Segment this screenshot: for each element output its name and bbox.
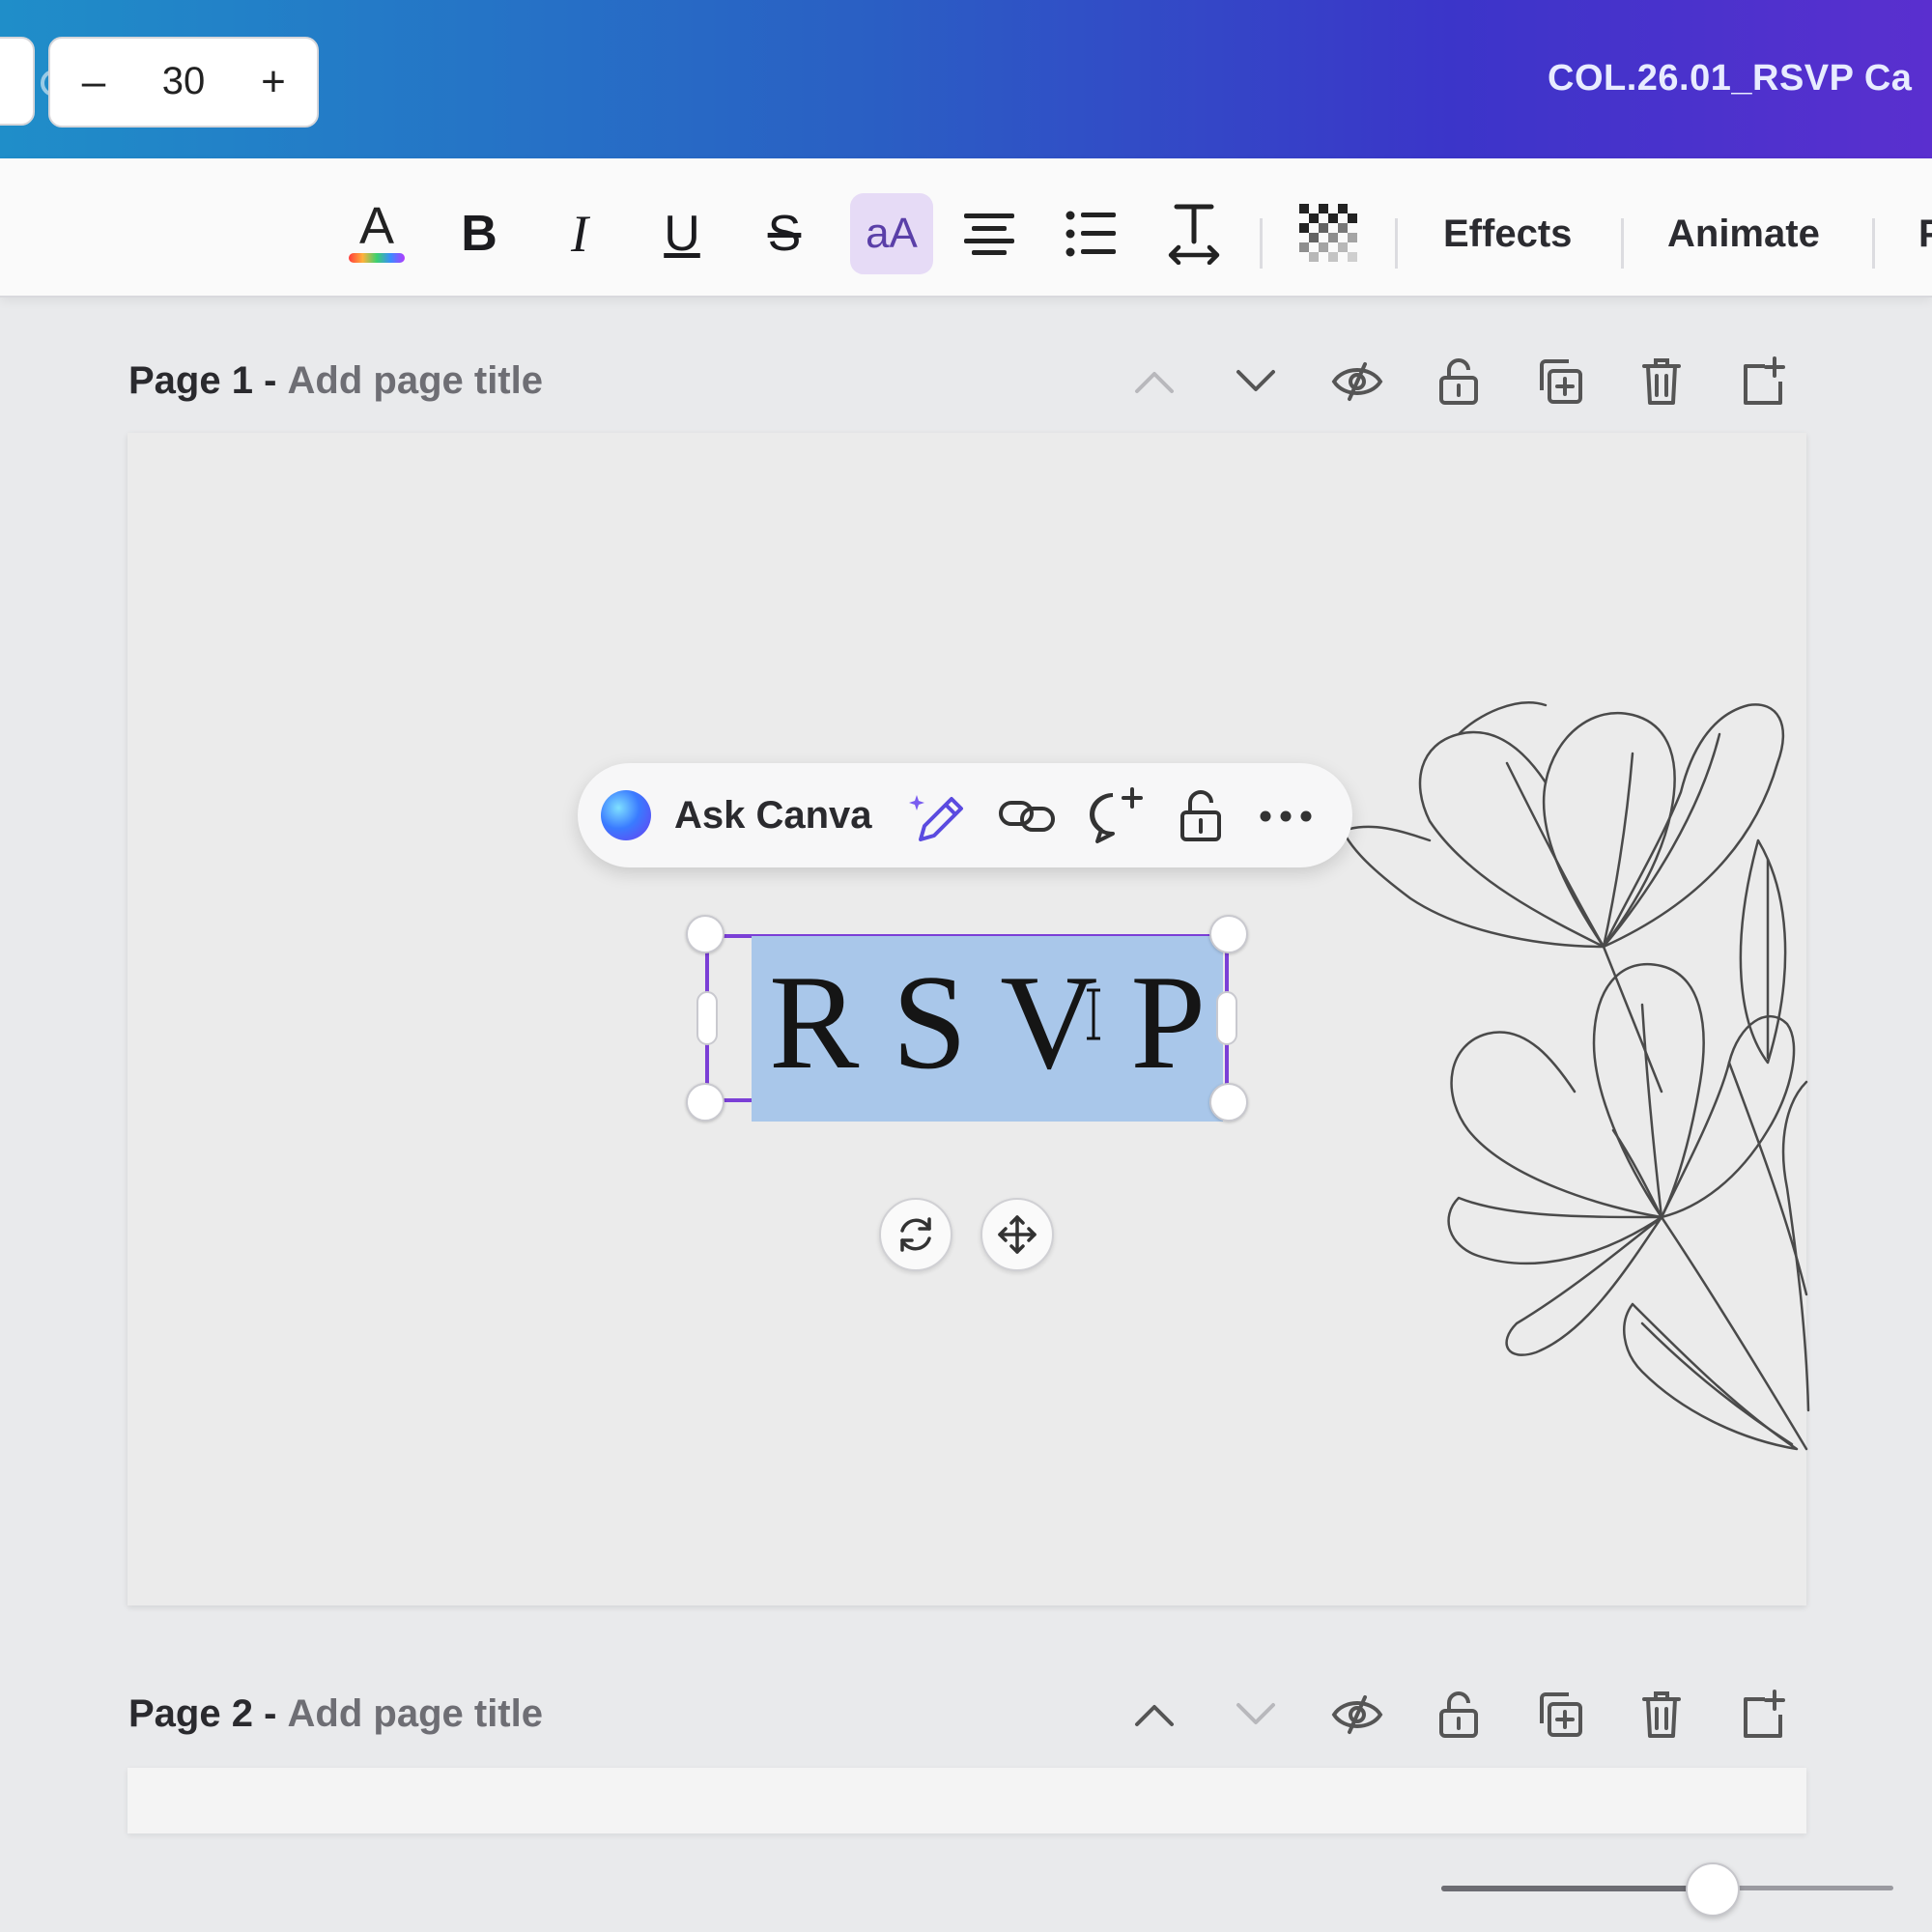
page-1-label: Page 1 - bbox=[128, 359, 277, 402]
position-button[interactable]: P bbox=[1918, 213, 1932, 256]
duplicate-icon bbox=[1540, 359, 1582, 404]
font-family-dropdown[interactable] bbox=[0, 37, 35, 126]
lock-icon bbox=[1180, 790, 1221, 841]
delete-page-button[interactable] bbox=[1628, 348, 1695, 415]
add-page-icon bbox=[1744, 1690, 1785, 1738]
document-title[interactable]: COL.26.01_RSVP Ca bbox=[1548, 58, 1912, 99]
trash-icon bbox=[1642, 358, 1681, 405]
effects-button[interactable]: Effects bbox=[1443, 213, 1572, 256]
delete-page-button[interactable] bbox=[1628, 1681, 1695, 1748]
chevron-up-icon bbox=[1135, 372, 1174, 393]
text-color-icon: A bbox=[349, 197, 405, 263]
lock-page-button[interactable] bbox=[1425, 348, 1492, 415]
rotate-button[interactable] bbox=[879, 1198, 952, 1271]
letter-spacing-icon bbox=[1168, 204, 1220, 265]
increase-font-size-button[interactable]: + bbox=[240, 50, 307, 116]
animate-button[interactable]: Animate bbox=[1667, 213, 1820, 256]
move-arrows-icon bbox=[998, 1215, 1037, 1254]
font-size-stepper: – 30 + bbox=[48, 37, 319, 128]
link-icon bbox=[999, 801, 1055, 832]
svg-text:A: A bbox=[359, 197, 394, 255]
more-options-button[interactable] bbox=[1254, 784, 1318, 848]
zoom-slider-thumb[interactable] bbox=[1685, 1862, 1740, 1917]
text-color-button[interactable]: A bbox=[340, 193, 413, 274]
page-2-title-input[interactable]: Add page title bbox=[288, 1692, 543, 1735]
element-context-bar: Ask Canva bbox=[578, 763, 1352, 867]
resize-handle-right[interactable] bbox=[1216, 991, 1237, 1045]
hide-page-button[interactable] bbox=[1323, 1681, 1391, 1748]
resize-handle-top-right[interactable] bbox=[1209, 915, 1248, 953]
bullet-list-button[interactable] bbox=[1055, 193, 1128, 274]
selected-text-box[interactable]: RSVP bbox=[686, 915, 1248, 1122]
lock-element-button[interactable] bbox=[1169, 784, 1233, 848]
toolbar-divider bbox=[1872, 218, 1875, 269]
toolbar-divider bbox=[1395, 218, 1398, 269]
font-size-input[interactable]: 30 bbox=[135, 60, 232, 103]
duplicate-page-button[interactable] bbox=[1526, 348, 1594, 415]
rsvp-text[interactable]: RSVP bbox=[752, 955, 1223, 1091]
decrease-font-size-button[interactable]: – bbox=[60, 50, 128, 116]
chevron-up-icon bbox=[1135, 1705, 1174, 1726]
chevron-down-icon bbox=[1236, 370, 1275, 391]
canva-ai-logo-icon[interactable] bbox=[601, 790, 651, 840]
bold-button[interactable]: B bbox=[442, 193, 516, 274]
eye-slash-icon bbox=[1331, 362, 1383, 401]
bullet-list-icon bbox=[1065, 211, 1116, 257]
spacing-button[interactable] bbox=[1157, 193, 1231, 274]
page-1-header: Page 1 - Add page title bbox=[128, 359, 543, 403]
move-page-up-button[interactable] bbox=[1121, 1681, 1188, 1748]
more-horizontal-icon bbox=[1260, 810, 1312, 822]
rotate-icon bbox=[900, 1217, 931, 1252]
trash-icon bbox=[1642, 1691, 1681, 1738]
resize-handle-bottom-left[interactable] bbox=[686, 1083, 724, 1122]
add-page-button[interactable] bbox=[1729, 348, 1797, 415]
align-center-icon bbox=[964, 213, 1014, 255]
toolbar-divider bbox=[1621, 218, 1624, 269]
transparency-button[interactable] bbox=[1293, 193, 1366, 274]
flower-illustration[interactable] bbox=[1314, 676, 1816, 1478]
lock-icon bbox=[1439, 1691, 1478, 1738]
magic-write-button[interactable] bbox=[906, 784, 970, 848]
move-page-up-button[interactable] bbox=[1121, 348, 1188, 415]
page-1-tools bbox=[1121, 348, 1816, 415]
text-cursor-icon bbox=[1087, 988, 1100, 1040]
resize-handle-left[interactable] bbox=[696, 991, 718, 1045]
page-2-header: Page 2 - Add page title bbox=[128, 1692, 543, 1736]
add-comment-button[interactable] bbox=[1082, 784, 1146, 848]
lock-page-button[interactable] bbox=[1425, 1681, 1492, 1748]
zoom-slider-fill bbox=[1441, 1886, 1713, 1891]
toolbar-divider bbox=[1260, 218, 1263, 269]
resize-handle-top-left[interactable] bbox=[686, 915, 724, 953]
link-button[interactable] bbox=[995, 784, 1059, 848]
hide-page-button[interactable] bbox=[1323, 348, 1391, 415]
resize-handle-bottom-right[interactable] bbox=[1209, 1083, 1248, 1122]
lock-icon bbox=[1439, 358, 1478, 405]
transparency-icon bbox=[1299, 204, 1357, 262]
add-page-button[interactable] bbox=[1729, 1681, 1797, 1748]
page-2-label: Page 2 - bbox=[128, 1692, 277, 1735]
comment-add-icon bbox=[1090, 787, 1143, 843]
duplicate-page-button[interactable] bbox=[1526, 1681, 1594, 1748]
page-2-canvas[interactable] bbox=[128, 1768, 1806, 1833]
add-page-icon bbox=[1744, 356, 1785, 405]
move-page-down-button[interactable] bbox=[1222, 348, 1290, 415]
page-1-title-input[interactable]: Add page title bbox=[288, 359, 543, 402]
strikethrough-button[interactable]: S bbox=[748, 193, 821, 274]
align-center-button[interactable] bbox=[952, 193, 1026, 274]
ask-canva-button[interactable]: Ask Canva bbox=[674, 794, 872, 838]
move-page-down-button[interactable] bbox=[1222, 1681, 1290, 1748]
letter-case-button[interactable]: aA bbox=[850, 193, 933, 274]
eye-slash-icon bbox=[1331, 1695, 1383, 1734]
italic-button[interactable]: I bbox=[543, 193, 616, 274]
duplicate-icon bbox=[1540, 1692, 1582, 1737]
underline-button[interactable]: U bbox=[645, 193, 719, 274]
move-button[interactable] bbox=[980, 1198, 1054, 1271]
page-2-tools bbox=[1121, 1681, 1816, 1748]
magic-pencil-icon bbox=[909, 795, 963, 841]
chevron-down-icon bbox=[1236, 1703, 1275, 1724]
